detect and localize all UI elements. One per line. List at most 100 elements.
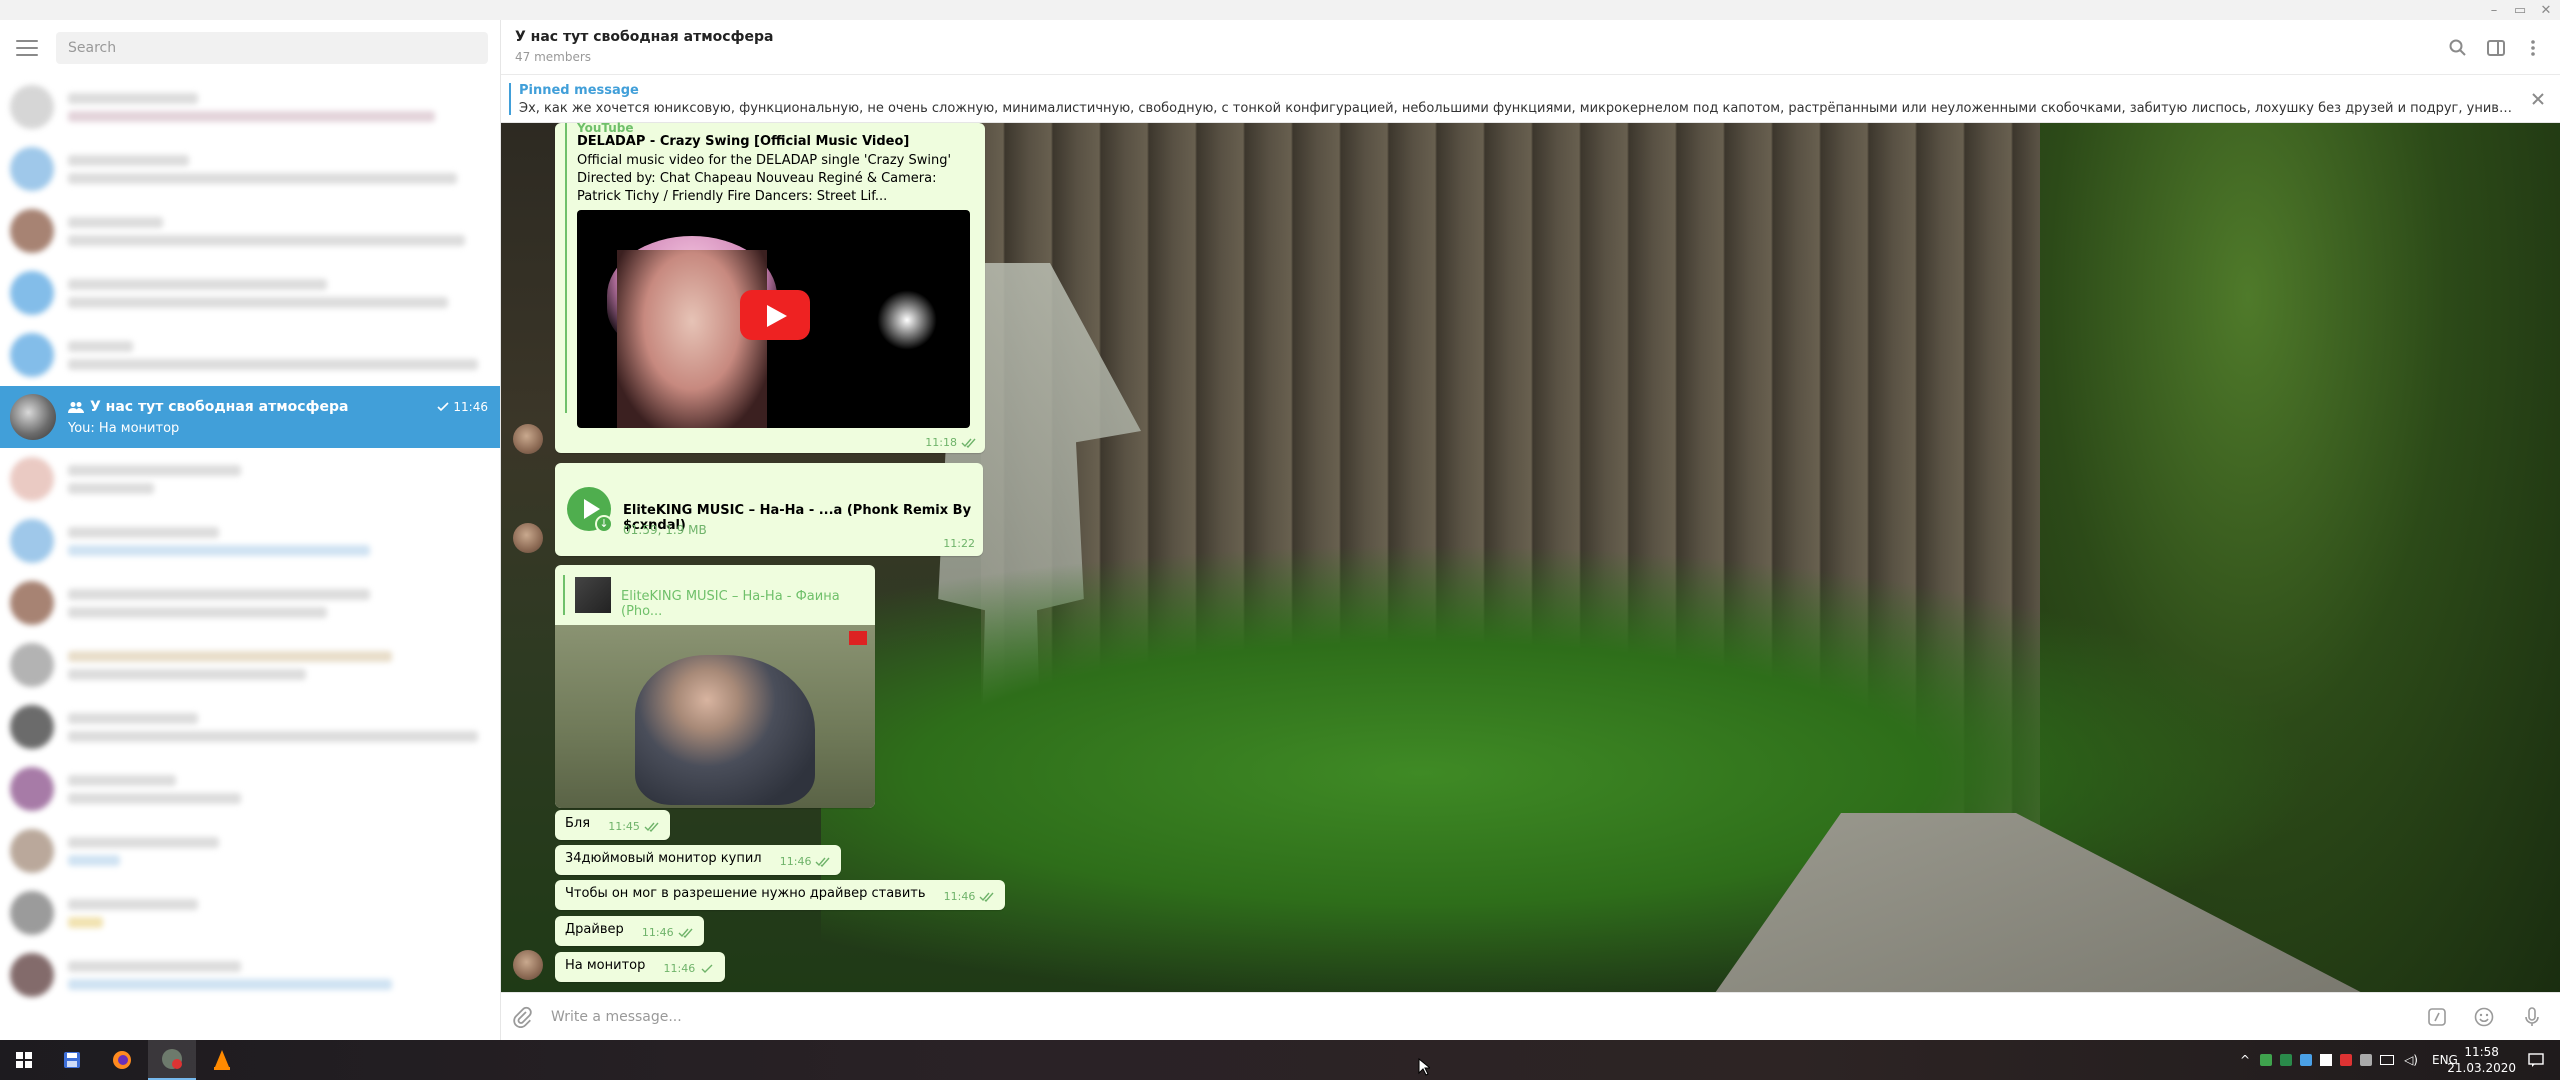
play-icon[interactable] <box>740 290 810 340</box>
sender-avatar[interactable] <box>513 424 543 454</box>
floppy-icon <box>64 1052 80 1068</box>
link-preview-message[interactable]: YouTube DELADAP - Crazy Swing [Official … <box>555 121 985 453</box>
chat-list-item[interactable] <box>0 76 500 138</box>
chat-list-item[interactable] <box>0 634 500 696</box>
taskbar-app-firefox[interactable] <box>98 1040 146 1080</box>
sender-avatar[interactable] <box>513 523 543 553</box>
avatar <box>10 519 54 563</box>
minimize-icon[interactable]: – <box>2484 0 2504 20</box>
avatar <box>10 767 54 811</box>
double-check-icon <box>678 928 693 938</box>
telegram-app-icon <box>162 1049 182 1069</box>
avatar <box>10 891 54 935</box>
volume-icon[interactable]: ◁) <box>2404 1053 2418 1067</box>
flag-icon <box>849 631 867 645</box>
tray-app-icon[interactable] <box>2340 1054 2353 1066</box>
tray-app-icon[interactable] <box>2320 1054 2333 1066</box>
taskbar-app-telegram[interactable] <box>148 1040 196 1080</box>
chat-list-item[interactable] <box>0 696 500 758</box>
tray-app-icon[interactable] <box>2260 1054 2273 1066</box>
paperclip-icon[interactable] <box>511 1006 533 1028</box>
vlc-icon <box>214 1050 230 1070</box>
message-time-text: 11:45 <box>608 820 640 833</box>
tray-app-icon[interactable] <box>2300 1054 2313 1066</box>
notifications-button[interactable] <box>2512 1040 2560 1080</box>
emoji-icon[interactable] <box>2473 1006 2495 1028</box>
message-time: 11:45 <box>608 820 660 833</box>
chat-list-item[interactable] <box>0 448 500 510</box>
message-time: 11:46 <box>642 926 694 939</box>
link-accent-bar <box>565 123 567 413</box>
maximize-icon[interactable]: ▭ <box>2510 0 2530 20</box>
tray-app-icon[interactable] <box>2360 1054 2373 1066</box>
chat-list-item[interactable] <box>0 510 500 572</box>
message-time-text: 11:46 <box>779 855 812 868</box>
pinned-accent-bar <box>509 83 511 115</box>
message-time: 11:46 <box>944 890 996 903</box>
avatar <box>10 581 54 625</box>
bot-commands-icon[interactable] <box>2426 1006 2448 1028</box>
double-check-icon <box>815 857 830 867</box>
avatar <box>10 457 54 501</box>
more-options-icon[interactable] <box>2523 38 2543 58</box>
sender-avatar[interactable] <box>513 950 543 980</box>
media-image[interactable] <box>555 625 875 808</box>
link-description: Official music video for the DELADAP sin… <box>577 153 952 204</box>
avatar <box>10 643 54 687</box>
text-message[interactable]: 34дюймовый монитор купил 11:46 <box>555 845 842 875</box>
chat-header-title[interactable]: У нас тут свободная атмосфера <box>515 29 773 45</box>
reply-header[interactable]: EliteKING MUSIC – На-На - Фаина (Pho... <box>555 565 875 625</box>
message-text: Чтобы он мог в разрешение нужно драйвер … <box>565 886 926 901</box>
text-message[interactable]: На монитор 11:46 <box>555 952 726 982</box>
hamburger-menu-icon[interactable] <box>16 40 38 56</box>
chat-list-item-active[interactable]: У нас тут свободная атмосфера 11:46 You:… <box>0 386 500 448</box>
message-time: 11:46 <box>780 855 832 868</box>
pinned-message-bar[interactable]: Pinned message Эх, как же хочется юниксо… <box>501 75 2560 123</box>
search-icon[interactable] <box>2448 38 2468 58</box>
taskbar-app-save[interactable] <box>48 1040 96 1080</box>
close-window-icon[interactable]: ✕ <box>2536 0 2556 20</box>
chat-list-item[interactable] <box>0 324 500 386</box>
chat-info: У нас тут свободная атмосфера 11:46 You:… <box>68 399 500 436</box>
video-thumbnail[interactable] <box>577 210 970 428</box>
microphone-icon[interactable] <box>2521 1006 2543 1028</box>
link-site: YouTube <box>577 121 634 135</box>
link-title[interactable]: DELADAP - Crazy Swing [Official Music Vi… <box>577 134 909 149</box>
message-input[interactable] <box>551 1001 2401 1033</box>
audio-meta: 01:59, 1.9 MB <box>623 523 707 537</box>
text-message[interactable]: Драйвер 11:46 <box>555 916 704 946</box>
start-button[interactable] <box>0 1040 48 1080</box>
message-text: 34дюймовый монитор купил <box>565 851 762 866</box>
text-message[interactable]: Чтобы он мог в разрешение нужно драйвер … <box>555 880 1006 910</box>
media-message[interactable]: EliteKING MUSIC – На-На - Фаина (Pho... <box>555 565 875 808</box>
system-tray: ^ ◁) ENG <box>2240 1040 2458 1080</box>
chat-list: У нас тут свободная атмосфера 11:46 You:… <box>0 76 500 1006</box>
avatar <box>10 209 54 253</box>
chat-list-item[interactable] <box>0 200 500 262</box>
chat-list-item[interactable] <box>0 944 500 1006</box>
tray-app-icon[interactable] <box>2280 1054 2293 1066</box>
chat-header: У нас тут свободная атмосфера 47 members <box>501 20 2560 75</box>
search-input[interactable] <box>56 32 488 64</box>
taskbar-app-vlc[interactable] <box>198 1040 246 1080</box>
audio-message[interactable]: ↓ EliteKING MUSIC – Ha-Ha - ...a (Phonk … <box>555 463 983 556</box>
chat-list-item[interactable] <box>0 758 500 820</box>
sidebar-toggle-icon[interactable] <box>2486 38 2506 58</box>
taskbar-clock[interactable]: 11:58 21.03.2020 <box>2447 1044 2516 1076</box>
reply-accent-bar <box>563 575 565 615</box>
network-icon[interactable] <box>2380 1055 2395 1065</box>
download-icon[interactable]: ↓ <box>595 515 613 533</box>
tray-chevron-icon[interactable]: ^ <box>2240 1053 2250 1067</box>
message-time-text: 11:46 <box>663 962 696 975</box>
close-icon[interactable] <box>2528 89 2548 109</box>
message-text: На монитор <box>565 958 646 973</box>
avatar <box>10 271 54 315</box>
text-message[interactable]: Бля 11:45 <box>555 810 670 840</box>
chat-list-item[interactable] <box>0 820 500 882</box>
chat-list-item[interactable] <box>0 572 500 634</box>
chat-list-item[interactable] <box>0 138 500 200</box>
chat-list-item[interactable] <box>0 882 500 944</box>
avatar <box>10 705 54 749</box>
chat-list-item[interactable] <box>0 262 500 324</box>
chat-header-members: 47 members <box>515 50 592 64</box>
